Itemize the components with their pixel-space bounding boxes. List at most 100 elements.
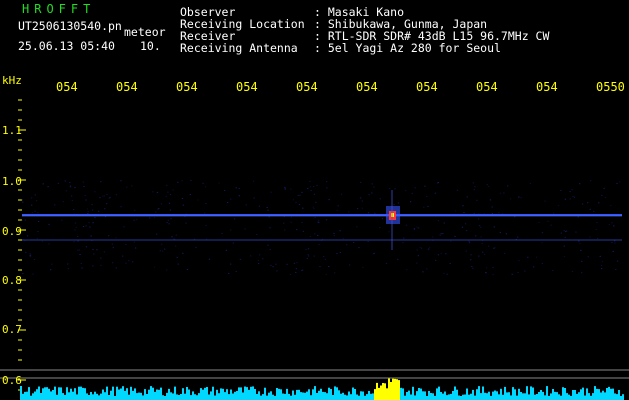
spectrum-bar (606, 388, 608, 400)
noise-speck (333, 235, 335, 237)
noise-speck (24, 219, 26, 221)
noise-speck (505, 233, 508, 235)
noise-speck (295, 271, 297, 273)
noise-speck (120, 180, 122, 182)
noise-speck (307, 254, 309, 256)
noise-speck (168, 202, 171, 204)
noise-speck (98, 210, 100, 212)
noise-speck (111, 243, 114, 245)
spectrum-bar (390, 382, 392, 400)
noise-speck (615, 268, 617, 270)
noise-speck (94, 191, 96, 193)
spectrum-bar (162, 395, 164, 400)
noise-speck (25, 251, 27, 253)
noise-speck (544, 200, 546, 202)
noise-speck (493, 247, 495, 249)
spectrum-bar (566, 393, 568, 400)
noise-speck (111, 262, 114, 264)
spectrum-bar (78, 386, 80, 400)
noise-speck (42, 183, 44, 185)
spectrum-bar (358, 395, 360, 400)
spectrum-bar (184, 393, 186, 400)
value-antenna: : 5el Yagi Az 280 for Seoul (314, 41, 501, 55)
noise-speck (227, 202, 229, 203)
noise-speck (83, 186, 85, 187)
spectrum-bar (28, 387, 30, 400)
noise-speck (232, 242, 235, 244)
noise-speck (563, 245, 565, 247)
spectrum-bar (310, 395, 312, 400)
spectrum-bar (98, 395, 100, 400)
noise-speck (405, 224, 408, 226)
noise-speck (177, 181, 179, 183)
noise-speck (578, 240, 580, 242)
noise-speck (205, 224, 207, 226)
noise-speck (67, 268, 70, 269)
noise-speck (550, 224, 552, 226)
noise-speck (284, 187, 286, 189)
noise-speck (309, 235, 311, 237)
spectrum-bar (520, 392, 522, 400)
noise-speck (520, 197, 522, 199)
noise-speck (270, 191, 272, 193)
spectrum-bar (568, 394, 570, 400)
spectrum-bar (482, 386, 484, 400)
noise-speck (290, 221, 292, 223)
noise-speck (527, 256, 529, 258)
noise-speck (61, 219, 63, 221)
spectrum-bar (536, 394, 538, 400)
noise-speck (577, 216, 579, 218)
noise-speck (470, 254, 472, 256)
spectrum-bar (326, 393, 328, 400)
spectrum-bar (274, 395, 276, 400)
spectrum-bar (250, 386, 252, 400)
noise-speck (478, 255, 480, 257)
spectrum-bar (480, 393, 482, 400)
spectrum-bar (242, 392, 244, 400)
spectrum-bar (456, 389, 458, 400)
noise-speck (262, 258, 264, 260)
noise-speck (296, 229, 298, 231)
noise-speck (423, 206, 425, 208)
noise-speck (224, 190, 226, 191)
spectrum-bar (534, 394, 536, 400)
spectrum-bar (306, 391, 308, 400)
noise-speck (21, 199, 23, 201)
noise-speck (307, 187, 309, 189)
noise-speck (258, 205, 261, 207)
noise-speck (346, 244, 348, 246)
noise-speck (547, 220, 549, 222)
noise-speck (324, 258, 327, 260)
spectrum-bar (142, 395, 144, 400)
spectrum-bar (508, 392, 510, 400)
noise-speck (328, 266, 330, 267)
noise-speck (92, 222, 94, 224)
noise-speck (403, 237, 405, 239)
spectrum-bar (56, 394, 58, 400)
noise-speck (94, 217, 96, 219)
noise-speck (34, 194, 36, 196)
spectrum-bar (488, 391, 490, 400)
noise-speck (205, 203, 207, 205)
noise-speck (485, 272, 487, 274)
spectrum-bar (188, 389, 190, 400)
spectrum-bar (374, 389, 376, 400)
noise-speck (541, 232, 544, 234)
spectrum-bar (496, 391, 498, 400)
noise-speck (34, 210, 36, 212)
noise-speck (266, 207, 268, 208)
noise-speck (301, 191, 303, 193)
noise-speck (31, 212, 33, 214)
noise-speck (253, 197, 255, 199)
noise-speck (306, 257, 308, 259)
noise-speck (79, 254, 81, 255)
noise-speck (564, 198, 566, 200)
noise-speck (156, 233, 158, 235)
spectrum-bar (500, 388, 502, 400)
noise-speck (292, 199, 294, 201)
noise-speck (175, 245, 177, 247)
noise-speck (315, 201, 317, 203)
noise-speck (289, 274, 292, 275)
noise-speck (290, 188, 292, 190)
spectrum-bar (22, 393, 24, 400)
